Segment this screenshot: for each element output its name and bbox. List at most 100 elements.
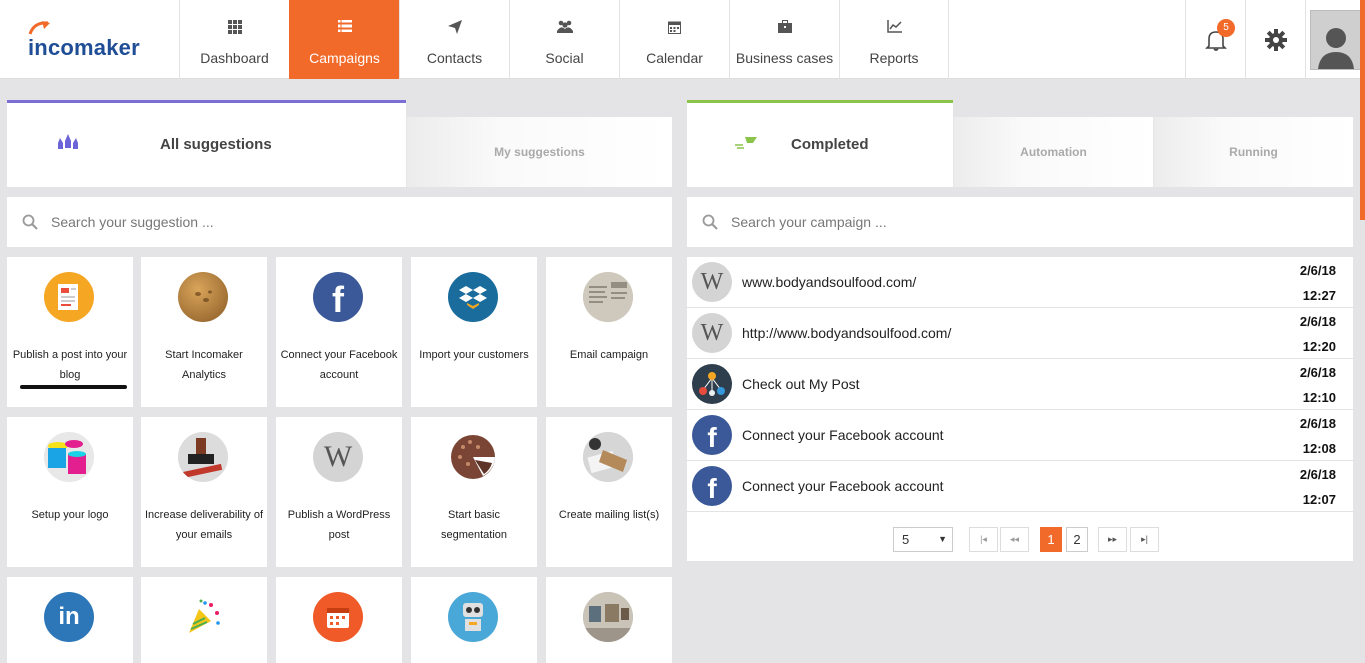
- facebook-icon: f: [692, 415, 732, 455]
- wordpress-icon: W: [313, 432, 363, 482]
- tab-active-bar: [7, 100, 406, 103]
- tab-automation[interactable]: Automation: [953, 117, 1153, 187]
- campaign-name: http://www.bodyandsoulfood.com/: [742, 325, 952, 341]
- nav-label: Business cases: [735, 50, 834, 66]
- notifications-badge: 5: [1217, 19, 1235, 37]
- calendar-icon: [313, 592, 363, 642]
- calendar-icon: [620, 20, 729, 36]
- nav-business-cases[interactable]: Business cases: [729, 0, 839, 79]
- gallery-icon: [583, 592, 633, 642]
- campaign-list: W www.bodyandsoulfood.com/ 2/6/18 12:27 …: [687, 257, 1353, 561]
- newspaper-icon: [583, 272, 633, 322]
- suggestion-label: Publish a WordPress post: [287, 509, 391, 541]
- incomaker-logo[interactable]: incomaker: [26, 20, 156, 60]
- suggestion-card[interactable]: [411, 577, 537, 663]
- search-icon: [22, 214, 38, 230]
- last-page-button[interactable]: ▸|: [1130, 527, 1159, 552]
- campaign-name: Connect your Facebook account: [742, 427, 944, 443]
- campaign-date: 2/6/18: [1299, 365, 1336, 380]
- wordpress-icon: W: [692, 262, 732, 302]
- party-popper-icon: [178, 592, 228, 642]
- avatar: [1309, 9, 1362, 70]
- campaign-time: 12:27: [1302, 288, 1336, 303]
- campaign-date: 2/6/18: [1299, 263, 1336, 278]
- page-size-select[interactable]: 5 ▼: [893, 527, 953, 552]
- suggestion-card[interactable]: in: [7, 577, 133, 663]
- suggestion-card[interactable]: Import your customers: [411, 257, 537, 407]
- tab-all-suggestions[interactable]: All suggestions: [7, 100, 406, 187]
- pagination: 5 ▼ |◂ ◂◂ 1 2 ▸▸ ▸|: [687, 527, 1353, 553]
- notifications-button[interactable]: 5: [1185, 0, 1245, 79]
- suggestion-label: Start Incomaker Analytics: [165, 349, 243, 381]
- nav-label: Reports: [869, 50, 919, 66]
- blog-icon: [44, 272, 94, 322]
- suggestion-card[interactable]: Setup your logo: [7, 417, 133, 567]
- nav-contacts[interactable]: Contacts: [399, 0, 509, 79]
- first-page-button[interactable]: |◂: [969, 527, 998, 552]
- campaign-name: Check out My Post: [742, 376, 860, 392]
- user-menu-button[interactable]: [1305, 0, 1365, 79]
- campaign-name: www.bodyandsoulfood.com/: [742, 274, 917, 290]
- robot-icon: [448, 592, 498, 642]
- suggestion-label: Import your customers: [419, 349, 529, 361]
- search-icon: [702, 214, 718, 230]
- wordpress-icon: W: [692, 313, 732, 353]
- facebook-icon: f: [313, 272, 363, 322]
- settings-button[interactable]: [1245, 0, 1305, 79]
- tab-completed[interactable]: Completed: [687, 100, 953, 187]
- prev-page-button[interactable]: ◂◂: [1000, 527, 1029, 552]
- next-page-button[interactable]: ▸▸: [1098, 527, 1127, 552]
- page-scrollbar[interactable]: [1360, 0, 1365, 220]
- tab-label: All suggestions: [160, 136, 272, 153]
- nav-calendar[interactable]: Calendar: [619, 0, 729, 79]
- nav-label: Campaigns: [309, 50, 380, 66]
- tab-label: Automation: [1020, 145, 1087, 159]
- campaign-row[interactable]: Check out My Post 2/6/18 12:10: [687, 359, 1353, 410]
- briefcase-icon: [730, 20, 839, 36]
- suggestion-card[interactable]: W Publish a WordPress post: [276, 417, 402, 567]
- campaign-row[interactable]: W http://www.bodyandsoulfood.com/ 2/6/18…: [687, 308, 1353, 359]
- nav-reports[interactable]: Reports: [839, 0, 949, 79]
- suggestion-card[interactable]: Email campaign: [546, 257, 672, 407]
- campaign-row[interactable]: f Connect your Facebook account 2/6/18 1…: [687, 410, 1353, 461]
- tab-active-bar: [687, 100, 953, 103]
- page-2-button[interactable]: 2: [1066, 527, 1088, 552]
- campaign-tabs: Completed Automation Running: [687, 100, 1353, 187]
- suggestion-card[interactable]: [546, 577, 672, 663]
- suggestion-card[interactable]: [276, 577, 402, 663]
- suggestion-label: Publish a post into your blog: [12, 349, 128, 381]
- grid-icon: [180, 20, 289, 36]
- suggestion-card[interactable]: Start basic segmentation: [411, 417, 537, 567]
- stamp-icon: [178, 432, 228, 482]
- suggestion-card[interactable]: Publish a post into your blog: [7, 257, 133, 407]
- suggestion-card[interactable]: Create mailing list(s): [546, 417, 672, 567]
- campaign-date: 2/6/18: [1299, 314, 1336, 329]
- suggestion-label: Email campaign: [569, 349, 649, 361]
- nav-campaigns[interactable]: Campaigns: [289, 0, 399, 79]
- suggestion-search-input[interactable]: [51, 209, 611, 235]
- campaign-row[interactable]: W www.bodyandsoulfood.com/ 2/6/18 12:27: [687, 257, 1353, 308]
- suggestion-label: Increase deliverability of your emails: [145, 509, 264, 541]
- suggestion-card[interactable]: Start Incomaker Analytics: [141, 257, 267, 407]
- tab-my-suggestions[interactable]: My suggestions: [406, 117, 672, 187]
- tab-running[interactable]: Running: [1153, 117, 1353, 187]
- linkedin-icon: in: [44, 592, 94, 642]
- suggestion-card[interactable]: Increase deliverability of your emails: [141, 417, 267, 567]
- suggestion-card[interactable]: [141, 577, 267, 663]
- flying-flag-icon: [735, 137, 757, 149]
- network-icon: [692, 364, 732, 404]
- campaign-row[interactable]: f Connect your Facebook account 2/6/18 1…: [687, 461, 1353, 512]
- rocket-icon: [58, 134, 78, 149]
- nav-dashboard[interactable]: Dashboard: [179, 0, 289, 79]
- nav-social[interactable]: Social: [509, 0, 619, 79]
- campaign-search: [687, 197, 1353, 247]
- campaign-time: 12:20: [1302, 339, 1336, 354]
- page-1-button[interactable]: 1: [1040, 527, 1062, 552]
- nav-label: Dashboard: [200, 50, 269, 66]
- suggestion-label: Start basic segmentation: [440, 509, 508, 541]
- user-silhouette-icon: [1317, 27, 1354, 69]
- suggestion-card[interactable]: f Connect your Facebook account: [276, 257, 402, 407]
- segmentation-pie-icon: [448, 432, 498, 482]
- nav-label: Social: [545, 50, 584, 66]
- campaign-search-input[interactable]: [731, 209, 1291, 235]
